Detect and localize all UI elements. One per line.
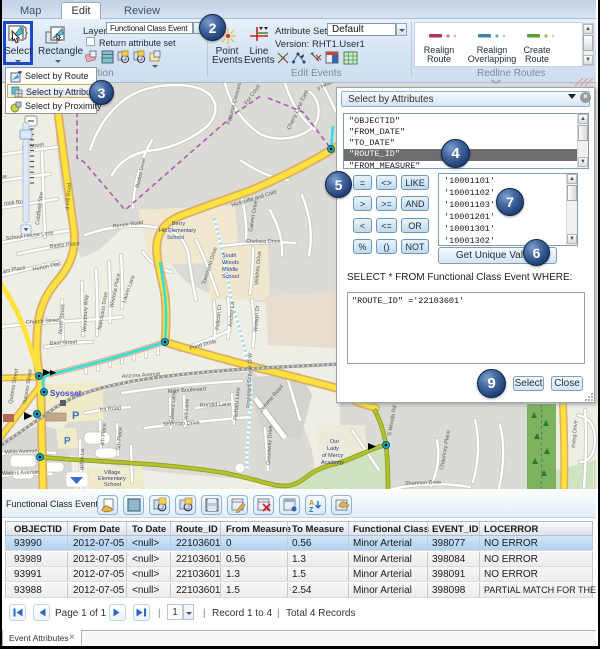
svg-text:Z: Z	[309, 507, 314, 514]
svg-text:A: A	[309, 500, 314, 507]
svg-text:of Mercy: of Mercy	[322, 453, 343, 459]
svg-text:Our: Our	[330, 439, 339, 445]
svg-text:P: P	[64, 436, 71, 447]
svg-text:Shannon Drive: Shannon Drive	[405, 480, 442, 487]
svg-text:School: School	[104, 482, 121, 488]
svg-text:Chelsea Drive: Chelsea Drive	[246, 239, 281, 245]
svg-text:South: South	[222, 253, 236, 259]
svg-text:School: School	[167, 235, 184, 241]
svg-text:Academy: Academy	[321, 460, 344, 466]
svg-text:Middle: Middle	[222, 267, 238, 273]
svg-text:ue: ue	[2, 174, 7, 180]
svg-text:Lady: Lady	[327, 446, 339, 452]
svg-text:Berry: Berry	[172, 221, 185, 227]
svg-text:P: P	[72, 410, 79, 422]
svg-text:School: School	[222, 274, 239, 280]
svg-text:Syosset: Syosset	[50, 389, 82, 398]
svg-text:gston La: gston La	[79, 448, 86, 470]
svg-text:Woods: Woods	[222, 260, 239, 266]
svg-text:Hill Elementary: Hill Elementary	[159, 228, 196, 234]
